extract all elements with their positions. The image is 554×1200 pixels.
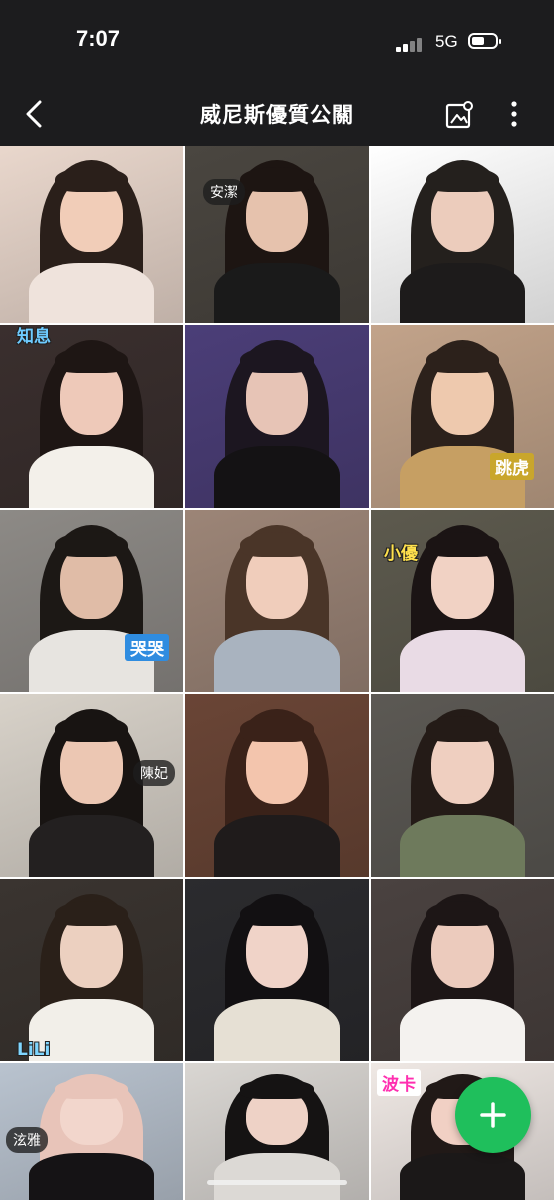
photo-tile[interactable] <box>371 879 554 1061</box>
photo-body <box>214 999 340 1061</box>
photo-bangs <box>425 346 500 373</box>
plus-icon <box>480 1102 506 1128</box>
photo-grid: 安潔知息跳虎哭哭 小優陳妃 LiLi 泫雅 波卡 <box>0 146 554 1200</box>
photo-name-label: 安潔 <box>203 179 245 205</box>
photo-sticker-text: 知息 <box>17 327 51 347</box>
photo-body <box>400 262 525 323</box>
photo-name-label: 陳妃 <box>133 760 175 786</box>
photo-body <box>29 262 154 323</box>
photo-sticker-text: 跳虎 <box>490 453 534 480</box>
status-bar: 7:07 5G <box>0 0 554 84</box>
photo-album-icon <box>445 101 473 129</box>
add-photo-button[interactable] <box>455 1077 531 1153</box>
photo-body <box>400 1153 525 1200</box>
photo-bangs <box>425 531 500 558</box>
photo-body <box>400 630 525 692</box>
photo-body <box>214 445 340 508</box>
photo-tile[interactable]: 小優 <box>371 510 554 692</box>
photo-tile[interactable]: 安潔 <box>185 146 369 323</box>
photo-bangs <box>425 900 500 927</box>
battery-icon <box>468 33 501 49</box>
photo-bangs <box>240 900 314 927</box>
album-button[interactable] <box>444 100 474 130</box>
photo-tile[interactable] <box>0 146 183 323</box>
photo-sticker-text: 波卡 <box>377 1069 421 1096</box>
photo-bangs <box>54 346 129 373</box>
photo-tile[interactable] <box>185 325 369 508</box>
photo-body <box>29 1153 154 1200</box>
photo-bangs <box>54 715 129 742</box>
photo-tile[interactable] <box>185 510 369 692</box>
photo-sticker-text: LiLi <box>17 1040 51 1060</box>
photo-tile[interactable] <box>185 694 369 877</box>
photo-sticker-text: 哭哭 <box>125 634 169 661</box>
more-button[interactable] <box>502 98 526 130</box>
photo-bangs <box>240 531 314 558</box>
photo-body <box>214 814 340 877</box>
photo-tile[interactable] <box>185 879 369 1061</box>
photo-tile[interactable]: 泫雅 <box>0 1063 183 1200</box>
photo-body <box>400 999 525 1061</box>
photo-tile[interactable]: 跳虎 <box>371 325 554 508</box>
photo-sticker-text: 小優 <box>384 544 418 564</box>
photo-tile[interactable]: LiLi <box>0 879 183 1061</box>
photo-bangs <box>240 167 314 192</box>
photo-tile[interactable]: 知息 <box>0 325 183 508</box>
photo-body <box>214 630 340 692</box>
photo-body <box>29 814 154 877</box>
photo-bangs <box>240 346 314 373</box>
photo-bangs <box>425 715 500 742</box>
photo-body <box>214 262 340 323</box>
photo-bangs <box>54 1079 129 1099</box>
photo-tile[interactable] <box>371 146 554 323</box>
nav-bar: 威尼斯優質公關 <box>0 84 554 146</box>
photo-tile[interactable]: 陳妃 <box>0 694 183 877</box>
photo-tile[interactable] <box>371 694 554 877</box>
photo-bangs <box>240 1079 314 1099</box>
photo-name-label: 泫雅 <box>6 1127 48 1153</box>
network-type: 5G <box>435 32 458 51</box>
photo-body <box>214 1153 340 1200</box>
status-time: 7:07 <box>76 26 121 51</box>
photo-tile[interactable]: 哭哭 <box>0 510 183 692</box>
vertical-dots-icon <box>511 101 517 127</box>
photo-body <box>29 445 154 508</box>
photo-bangs <box>240 715 314 742</box>
photo-bangs <box>54 900 129 927</box>
home-indicator <box>207 1180 347 1185</box>
photo-bangs <box>425 167 500 192</box>
photo-body <box>400 814 525 877</box>
signal-icon <box>396 38 426 52</box>
photo-bangs <box>54 531 129 558</box>
photo-bangs <box>54 167 129 192</box>
